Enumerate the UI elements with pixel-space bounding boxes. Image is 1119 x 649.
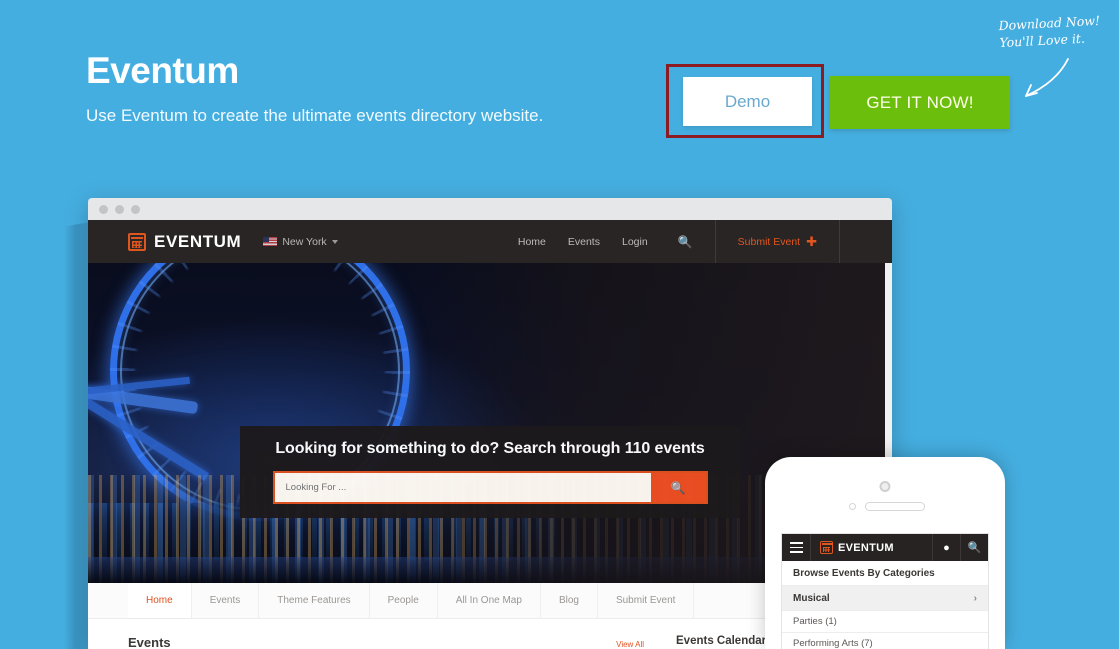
category-item-musical[interactable]: Musical › xyxy=(782,586,988,611)
category-label: Performing Arts (7) xyxy=(793,638,873,649)
submit-event-label: Submit Event xyxy=(737,235,801,248)
tab-submit-event[interactable]: Submit Event xyxy=(598,583,695,618)
phone-speaker-icon xyxy=(865,502,925,511)
demo-button[interactable]: Demo xyxy=(683,77,812,126)
window-close-dot[interactable] xyxy=(99,204,108,214)
location-label: New York xyxy=(282,235,327,248)
plus-icon: ✚ xyxy=(806,233,817,249)
view-all-link[interactable]: View All xyxy=(616,640,644,649)
window-minimize-dot[interactable] xyxy=(115,204,124,214)
search-icon[interactable]: 🔍 xyxy=(678,235,693,249)
category-label: Parties (1) xyxy=(793,616,837,627)
hero-headline: Looking for something to do? Search thro… xyxy=(275,440,705,457)
site-logo-text: EVENTUM xyxy=(154,231,242,251)
category-item-performing-arts[interactable]: Performing Arts (7) xyxy=(782,633,988,649)
hamburger-icon[interactable] xyxy=(782,534,811,561)
site-nav-links: Home Events Login 🔍 Submit Event ✚ xyxy=(518,220,892,263)
chevron-right-icon: › xyxy=(973,592,977,604)
events-title: Events xyxy=(128,635,171,649)
calendar-icon xyxy=(128,232,146,251)
nav-item-home[interactable]: Home xyxy=(518,236,546,248)
hero-search-input[interactable] xyxy=(274,473,651,502)
hero-search-button[interactable]: 🔍 xyxy=(650,473,706,502)
chevron-down-icon xyxy=(331,239,338,244)
phone-logo-text: EVENTUM xyxy=(838,541,894,554)
category-item-parties[interactable]: Parties (1) xyxy=(782,611,988,633)
submit-event-button[interactable]: Submit Event ✚ xyxy=(716,220,839,263)
nav-divider-2 xyxy=(839,220,840,263)
tab-people[interactable]: People xyxy=(370,583,438,618)
phone-camera-icon xyxy=(879,481,891,492)
events-column: Events View All xyxy=(128,635,658,649)
hero-search-row: 🔍 xyxy=(272,471,708,504)
us-flag-icon xyxy=(263,237,278,246)
site-navbar: EVENTUM New York Home Events Login 🔍 Sub… xyxy=(88,220,892,263)
download-annotation: Download Now! You'll Love it. xyxy=(998,11,1119,51)
get-it-now-button[interactable]: GET IT NOW! xyxy=(830,76,1010,129)
tab-all-in-one-map[interactable]: All In One Map xyxy=(438,583,541,618)
categories-heading: Browse Events By Categories xyxy=(782,561,988,586)
phone-logo[interactable]: EVENTUM xyxy=(811,541,932,554)
tab-events[interactable]: Events xyxy=(192,583,260,618)
map-pin-icon[interactable]: ● xyxy=(932,534,960,561)
page-subtitle: Use Eventum to create the ultimate event… xyxy=(86,106,544,125)
tab-home[interactable]: Home xyxy=(128,583,192,618)
window-maximize-dot[interactable] xyxy=(131,204,140,214)
nav-item-events[interactable]: Events xyxy=(568,236,600,248)
calendar-icon xyxy=(820,541,833,554)
browser-perspective-edge xyxy=(64,222,90,649)
hero-search-panel: Looking for something to do? Search thro… xyxy=(240,426,740,518)
nav-item-login[interactable]: Login xyxy=(622,236,648,248)
search-icon[interactable]: 🔍 xyxy=(960,534,988,561)
tab-blog[interactable]: Blog xyxy=(541,583,598,618)
events-header: Events View All xyxy=(128,635,658,649)
tab-theme-features[interactable]: Theme Features xyxy=(259,583,370,618)
site-logo[interactable]: EVENTUM xyxy=(128,232,241,252)
phone-navbar: EVENTUM ● 🔍 xyxy=(782,534,988,561)
browser-title-bar xyxy=(88,198,892,220)
page-title: Eventum xyxy=(86,50,239,91)
phone-screen: EVENTUM ● 🔍 Browse Events By Categories … xyxy=(781,533,989,649)
categories-heading-label: Browse Events By Categories xyxy=(793,567,935,579)
category-label: Musical xyxy=(793,592,830,604)
phone-sensor-icon xyxy=(849,503,856,510)
curved-arrow-icon xyxy=(1025,58,1069,97)
phone-mockup: EVENTUM ● 🔍 Browse Events By Categories … xyxy=(765,457,1005,649)
location-selector[interactable]: New York xyxy=(263,235,338,248)
